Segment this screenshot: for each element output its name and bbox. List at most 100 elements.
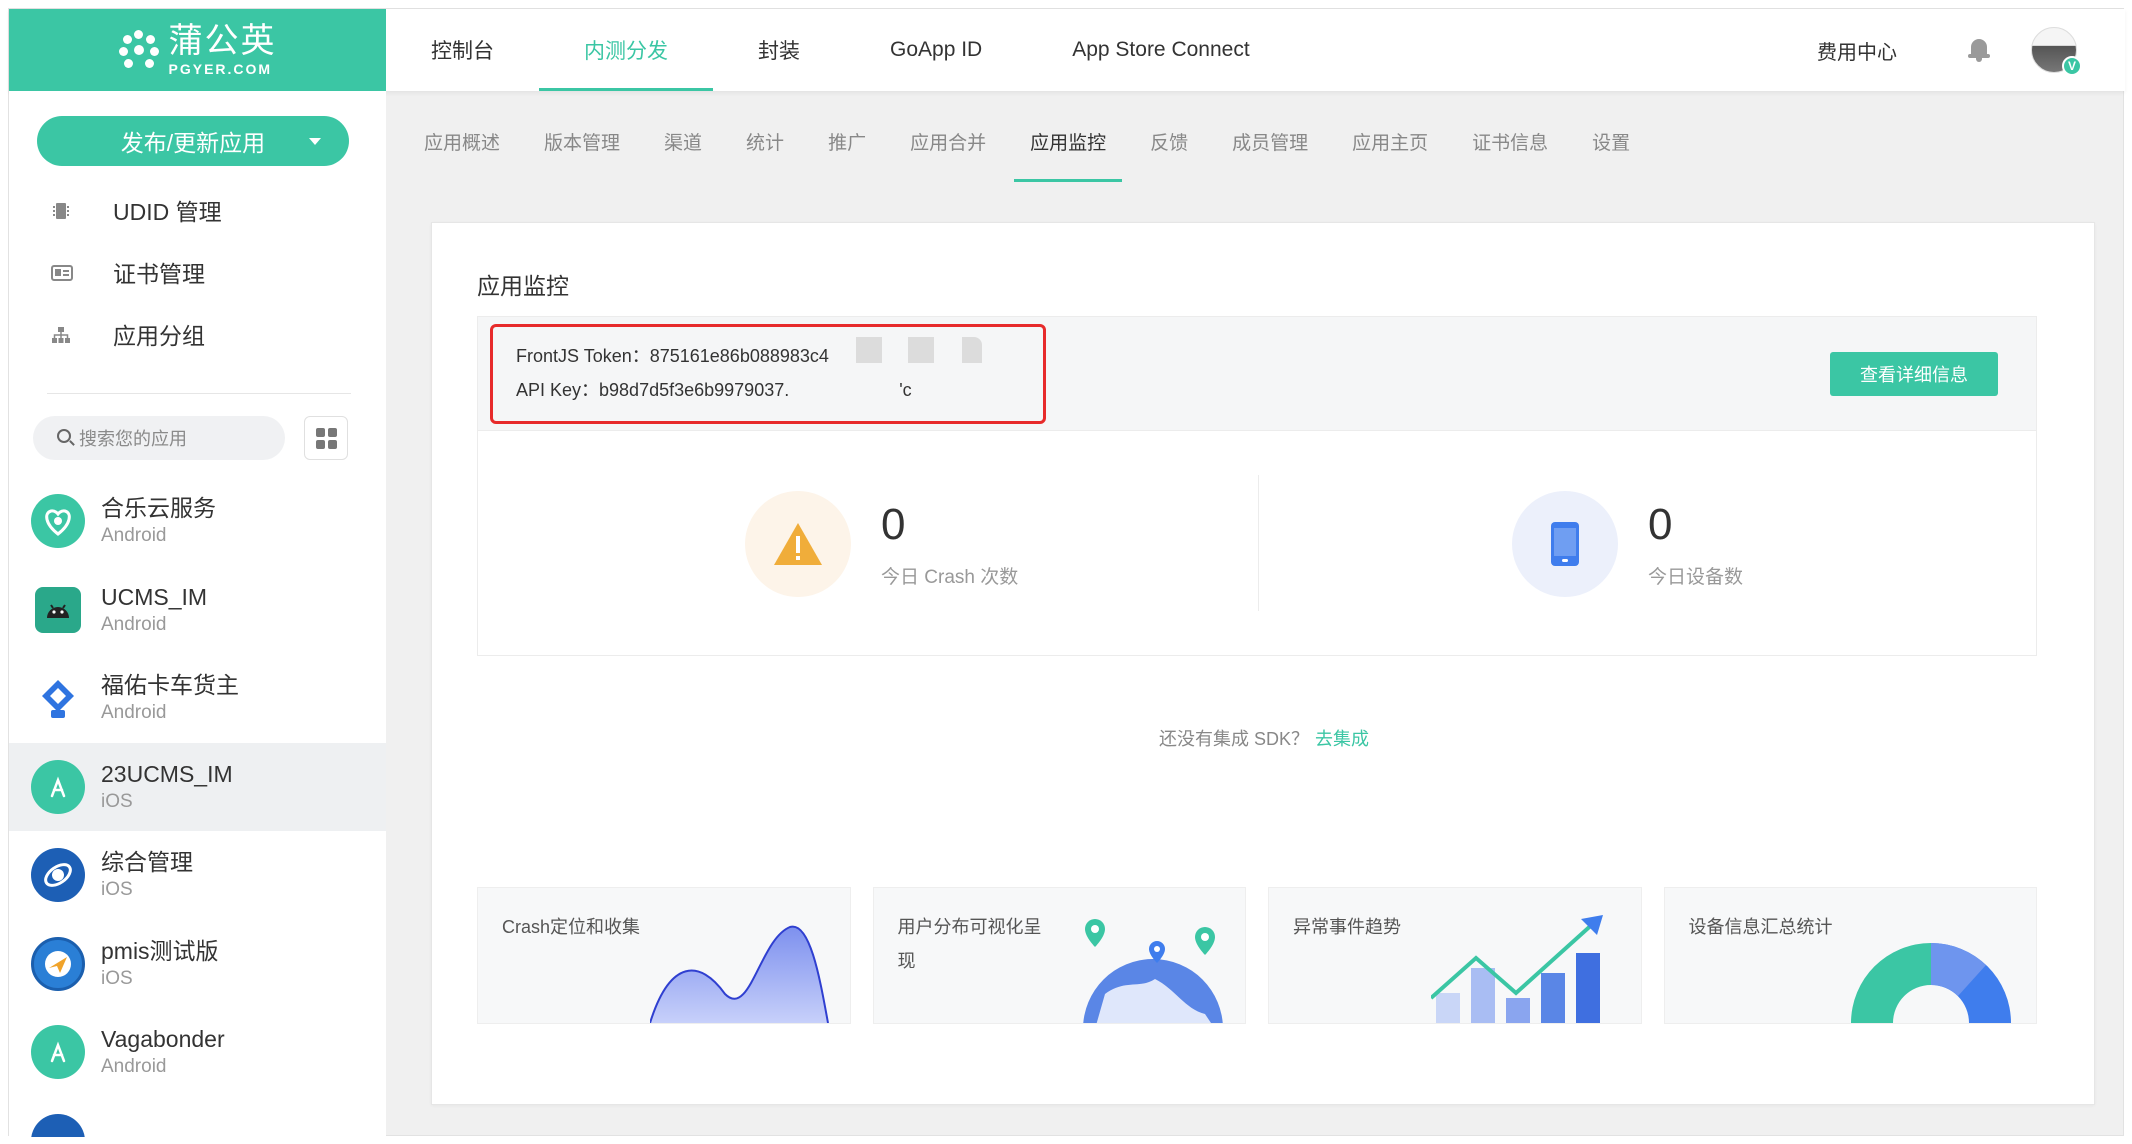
app-platform: iOS [101, 790, 133, 812]
page-title: 应用监控 [477, 273, 569, 299]
device-count: 0 [1648, 500, 1673, 549]
feature-card-device-info: 设备信息汇总统计 [1663, 887, 2037, 1024]
trend-chart-icon [1430, 915, 1603, 1023]
sidebar-item-certificates[interactable]: 证书管理 [9, 241, 386, 303]
app-name: 合乐云服务 [101, 495, 216, 522]
tab-merge[interactable]: 应用合并 [910, 91, 986, 191]
tab-monitoring[interactable]: 应用监控 [1014, 91, 1123, 191]
donut-chart-icon [1851, 943, 2011, 1023]
publish-app-button[interactable]: 发布/更新应用 [37, 116, 349, 166]
sidebar-menu: UDID 管理 证书管理 应用分组 [9, 179, 386, 365]
chevron-down-icon[interactable] [309, 138, 321, 145]
brand-domain: PGYER.COM [168, 61, 273, 77]
billing-center-link[interactable]: 费用中心 [1817, 36, 1897, 65]
sidebar: 发布/更新应用 UDID 管理 证书管理 应用分组 搜索您的应用 合乐云服务 A… [9, 91, 386, 1137]
plane-brand-icon [31, 936, 85, 991]
app-platform: Android [101, 1056, 167, 1078]
app-icon [31, 1113, 85, 1137]
crash-label: 今日 Crash 次数 [881, 567, 1019, 588]
top-nav: 控制台 内测分发 封装 GoApp ID App Store Connect [386, 9, 1295, 91]
tab-members[interactable]: 成员管理 [1232, 91, 1308, 191]
stats-row: 0 今日 Crash 次数 0 今日设备数 [477, 431, 2037, 656]
globe-pins-icon [1083, 919, 1223, 1023]
verified-badge: V [2062, 56, 2082, 76]
list-item[interactable]: 综合管理 iOS [9, 831, 386, 920]
app-name: UCMS_IM [101, 583, 208, 610]
app-name: Vagabonder [101, 1026, 225, 1053]
sub-nav: 应用概述 版本管理 渠道 统计 推广 应用合并 应用监控 反馈 成员管理 应用主… [386, 91, 2125, 191]
tab-certificate-info[interactable]: 证书信息 [1472, 91, 1548, 191]
globe-brand-icon [31, 848, 85, 903]
chip-icon [51, 200, 71, 220]
view-details-button[interactable]: 查看详细信息 [1830, 352, 1998, 396]
tab-channels[interactable]: 渠道 [664, 91, 702, 191]
feature-card-crash: Crash定位和收集 [477, 887, 851, 1024]
app-name: 综合管理 [101, 849, 193, 876]
phone-icon [1512, 490, 1618, 597]
app-heart-icon [31, 494, 85, 549]
list-item[interactable]: 福佑卡车货主 Android [9, 654, 386, 743]
search-icon [57, 429, 71, 443]
monitoring-panel: 应用监控 FrontJS Token：875161e86b088983c4 AP… [431, 222, 2095, 1105]
feature-title: Crash定位和收集 [502, 917, 641, 937]
app-platform: iOS [101, 967, 133, 989]
wave-chart-icon [649, 925, 829, 1023]
app-store-icon [31, 759, 85, 814]
device-stat: 0 今日设备数 [1512, 431, 1743, 656]
app-platform: iOS [101, 879, 133, 901]
avatar[interactable]: V [2031, 27, 2082, 76]
search-placeholder: 搜索您的应用 [79, 429, 187, 449]
crash-stat: 0 今日 Crash 次数 [745, 431, 1018, 656]
app-platform: Android [101, 613, 167, 635]
bell-icon[interactable] [1967, 37, 1991, 63]
sidebar-item-udid[interactable]: UDID 管理 [9, 179, 386, 241]
tab-settings[interactable]: 设置 [1592, 91, 1630, 191]
list-item[interactable]: 23UCMS_IM iOS [9, 742, 386, 831]
list-item[interactable]: pmis测试版 iOS [9, 920, 386, 1009]
sidebar-item-app-groups[interactable]: 应用分组 [9, 303, 386, 365]
tab-statistics[interactable]: 统计 [746, 91, 784, 191]
topnav-app-store-connect[interactable]: App Store Connect [1027, 9, 1294, 91]
app-store-icon [31, 1025, 85, 1080]
feature-title: 设备信息汇总统计 [1688, 917, 1833, 937]
app-platform: Android [101, 702, 167, 724]
top-bar: 蒲公英 PGYER.COM 控制台 内测分发 封装 GoApp ID App S… [9, 9, 2125, 91]
truck-brand-icon [31, 671, 85, 726]
list-item-partial[interactable] [9, 1097, 386, 1137]
logo[interactable]: 蒲公英 PGYER.COM [9, 9, 386, 91]
search-input[interactable]: 搜索您的应用 [33, 416, 285, 460]
api-key-tail: 'c [899, 380, 912, 400]
feature-cards: Crash定位和收集 用户分布可视化呈现 异常事件趋势 设备信息汇总统计 [477, 887, 2037, 1024]
tab-feedback[interactable]: 反馈 [1150, 91, 1188, 191]
feature-card-trend: 异常事件趋势 [1268, 887, 1642, 1024]
frontjs-token: FrontJS Token：875161e86b088983c4 [516, 346, 829, 366]
sidebar-item-label: UDID 管理 [113, 199, 222, 225]
list-item[interactable]: Vagabonder Android [9, 1008, 386, 1097]
list-item[interactable]: 合乐云服务 Android [9, 477, 386, 566]
tab-homepage[interactable]: 应用主页 [1352, 91, 1428, 191]
grid-view-button[interactable] [304, 416, 348, 460]
sdk-hint: 还没有集成 SDK？ 去集成 [432, 725, 2096, 751]
topnav-goapp-id[interactable]: GoApp ID [845, 9, 1027, 91]
integrate-link[interactable]: 去集成 [1315, 729, 1369, 749]
feature-title: 异常事件趋势 [1293, 917, 1401, 937]
sidebar-item-label: 应用分组 [113, 323, 205, 349]
brand-name: 蒲公英 [168, 22, 277, 60]
warning-icon [745, 490, 851, 597]
token-box: FrontJS Token：875161e86b088983c4 API Key… [477, 316, 2037, 431]
dandelion-logo-icon [118, 30, 159, 70]
divider [1258, 475, 1259, 611]
topnav-console[interactable]: 控制台 [386, 9, 539, 91]
list-item[interactable]: UCMS_IM Android [9, 566, 386, 655]
app-list: 合乐云服务 Android UCMS_IM Android 福佑卡车货主 Androi… [9, 477, 386, 1137]
android-icon [35, 586, 81, 633]
sidebar-item-label: 证书管理 [113, 261, 205, 287]
tab-promotion[interactable]: 推广 [828, 91, 866, 191]
grid-icon [315, 427, 325, 437]
redacted-area [856, 337, 986, 363]
topnav-beta-distribution[interactable]: 内测分发 [539, 9, 713, 91]
tab-versions[interactable]: 版本管理 [544, 91, 620, 191]
app-name: 福佑卡车货主 [101, 672, 239, 699]
topnav-package[interactable]: 封装 [713, 9, 845, 91]
tab-overview[interactable]: 应用概述 [424, 91, 500, 191]
